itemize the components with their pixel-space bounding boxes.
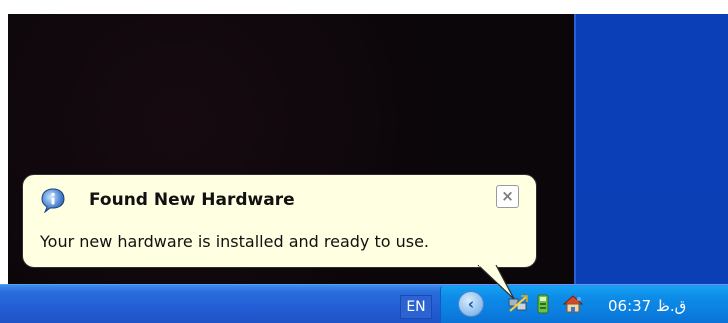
desktop-edge — [574, 14, 576, 284]
clock[interactable]: 06:37 ق.ظ — [608, 294, 726, 318]
safely-remove-hardware-icon[interactable] — [533, 293, 555, 315]
balloon-tail — [477, 265, 515, 300]
home-network-icon[interactable] — [562, 293, 584, 315]
balloon-message: Your new hardware is installed and ready… — [40, 232, 430, 251]
info-icon — [41, 188, 65, 213]
frame-left — [0, 0, 8, 323]
close-icon: × — [501, 187, 514, 205]
balloon-title: Found New Hardware — [89, 190, 295, 210]
close-button[interactable]: × — [496, 185, 519, 208]
frame-top — [0, 0, 728, 14]
desktop-background — [574, 14, 728, 284]
screen: EN ‹ 06:37 ق.ظ Found New Hardware × Your… — [0, 0, 728, 323]
language-indicator[interactable]: EN — [400, 295, 432, 319]
